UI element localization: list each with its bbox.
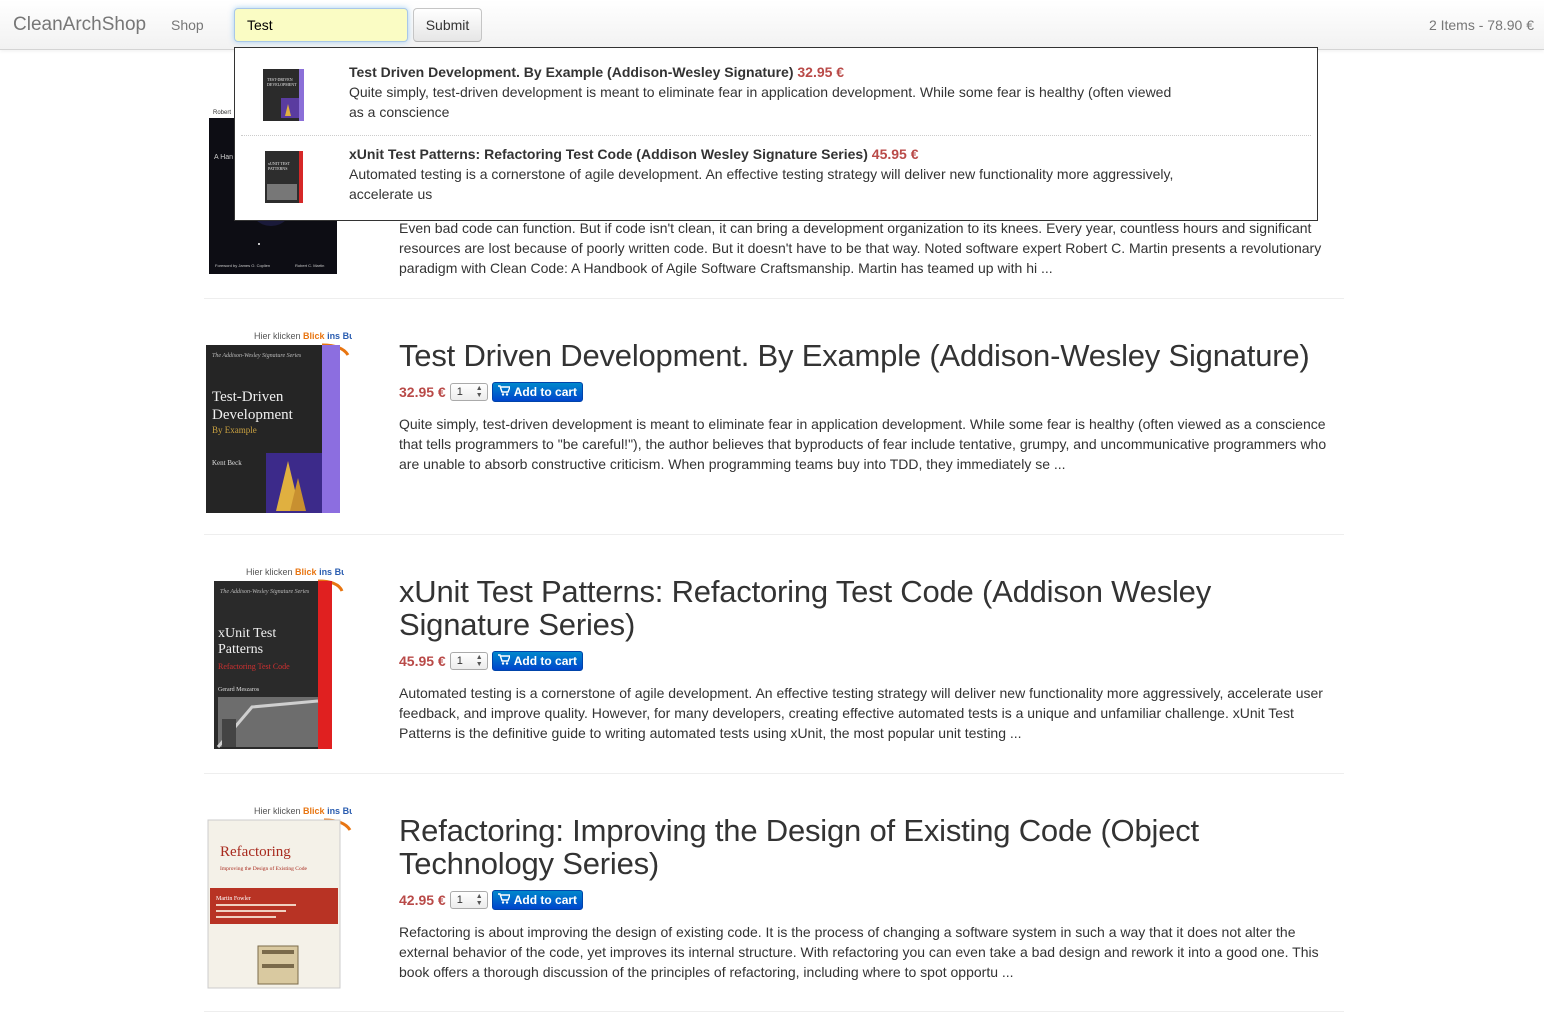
quantity-select[interactable]: 1 ▲ ▼: [449, 383, 488, 401]
look-inside-badge[interactable]: Hier klicken Blick ins Buch!: [254, 806, 352, 816]
autocomplete-price: 32.95 €: [797, 64, 845, 80]
buy-row: 42.95 € 1 ▲ ▼ Add to cart: [399, 890, 1344, 910]
product-price: 42.95 €: [399, 892, 446, 908]
svg-text:Robert: Robert: [213, 110, 231, 116]
product-description: Automated testing is a cornerstone of ag…: [399, 685, 1323, 741]
book-cover-image[interactable]: Hier klicken Blick ins Buch! The Addison…: [204, 329, 352, 515]
stepper-arrows-icon: ▲ ▼: [475, 385, 483, 399]
cover-title-line1: Refactoring: [220, 844, 291, 860]
product-description: Even bad code can function. But if code …: [399, 220, 1322, 276]
book-cover-image[interactable]: Hier klicken Blick ins Buch! Refactoring…: [206, 804, 352, 990]
book-cover-thumbnail: TEST-DRIVEN DEVELOPMENT: [261, 66, 306, 124]
autocomplete-price: 45.95 €: [871, 146, 919, 162]
product-info: Refactoring: Improving the Design of Exi…: [399, 814, 1344, 982]
svg-text:PATTERNS: PATTERNS: [268, 166, 287, 171]
autocomplete-desc: as a conscience: [349, 104, 450, 120]
cover-subtitle: By Example: [212, 425, 257, 435]
product-item: Hier klicken Blick ins Buch! Refactoring…: [204, 774, 1344, 1012]
buy-row: 45.95 € 1 ▲ ▼ Add to cart: [399, 651, 1344, 671]
add-to-cart-label: Add to cart: [513, 385, 578, 399]
autocomplete-item[interactable]: xUNIT TEST PATTERNS xUnit Test Patterns:…: [241, 136, 1311, 218]
product-description: Quite simply, test-driven development is…: [399, 416, 1327, 472]
quantity-value: 1: [456, 894, 463, 906]
quantity-select[interactable]: 1 ▲ ▼: [449, 891, 488, 909]
quantity-select[interactable]: 1 ▲ ▼: [449, 652, 488, 670]
cover-foreword: Foreword by James O. Coplien: [215, 263, 270, 268]
stepper-arrows-icon: ▲ ▼: [475, 654, 483, 668]
cover-author: Martin Fowler: [216, 896, 251, 902]
autocomplete-title: xUnit Test Patterns: Refactoring Test Co…: [349, 146, 868, 162]
add-to-cart-button[interactable]: Add to cart: [491, 651, 584, 671]
svg-text:A Han: A Han: [214, 154, 233, 161]
product-description: Refactoring is about improving the desig…: [399, 924, 1319, 980]
cover-title-line1: xUnit Test: [218, 626, 276, 641]
cover-subtitle: Improving the Design of Existing Code: [220, 865, 307, 872]
xunit-cover-art: The Addison-Wesley Signature Series xUni…: [214, 579, 344, 749]
search-autocomplete: TEST-DRIVEN DEVELOPMENT Test Driven Deve…: [234, 47, 1318, 221]
search-input[interactable]: [234, 8, 408, 42]
book-cover-image[interactable]: Hier klicken Blick ins Buch! The Addison…: [212, 565, 344, 751]
product-info: xUnit Test Patterns: Refactoring Test Co…: [399, 575, 1344, 743]
add-to-cart-label: Add to cart: [513, 654, 578, 668]
buy-row: 32.95 € 1 ▲ ▼ Add to cart: [399, 382, 1344, 402]
svg-text:The Addison-Wesley Signature S: The Addison-Wesley Signature Series: [220, 589, 310, 595]
autocomplete-item[interactable]: TEST-DRIVEN DEVELOPMENT Test Driven Deve…: [241, 54, 1311, 136]
autocomplete-item-text: xUnit Test Patterns: Refactoring Test Co…: [349, 144, 1219, 204]
quantity-value: 1: [456, 386, 463, 398]
book-cover-thumbnail: xUNIT TEST PATTERNS: [261, 148, 306, 206]
cover-title-line1: Test-Driven: [212, 389, 284, 405]
autocomplete-desc: accelerate us: [349, 186, 433, 202]
cart-summary[interactable]: 2 Items - 78.90 €: [1429, 17, 1534, 33]
product-price: 45.95 €: [399, 653, 446, 669]
shopping-cart-icon: [497, 654, 511, 668]
product-title[interactable]: Test Driven Development. By Example (Add…: [399, 339, 1344, 372]
shopping-cart-icon: [497, 385, 511, 399]
quantity-value: 1: [456, 655, 463, 667]
look-inside-badge[interactable]: Hier klicken Blick ins Buch!: [246, 567, 344, 577]
cover-author: Robert C. Martin: [295, 263, 324, 268]
look-inside-badge[interactable]: Hier klicken Blick ins Buch!: [254, 331, 352, 341]
autocomplete-title: Test Driven Development. By Example (Add…: [349, 64, 794, 80]
stepper-arrows-icon: ▲ ▼: [475, 893, 483, 907]
cover-author: Kent Beck: [212, 459, 242, 467]
cover-author: Gerard Meszaros: [218, 687, 260, 693]
nav-link-shop[interactable]: Shop: [171, 17, 204, 33]
svg-text:DEVELOPMENT: DEVELOPMENT: [267, 82, 297, 87]
refactoring-cover-art: Refactoring Improving the Design of Exis…: [207, 818, 352, 989]
add-to-cart-button[interactable]: Add to cart: [491, 382, 584, 402]
navbar: CleanArchShop Shop Submit 2 Items - 78.9…: [0, 0, 1544, 50]
tdd-cover-art: The Addison-Wesley Signature Series Test…: [206, 343, 350, 513]
cover-title-line2: Development: [212, 407, 294, 423]
product-info: Test Driven Development. By Example (Add…: [399, 339, 1344, 474]
shopping-cart-icon: [497, 893, 511, 907]
add-to-cart-label: Add to cart: [513, 893, 578, 907]
product-item: Hier klicken Blick ins Buch! The Addison…: [204, 535, 1344, 774]
autocomplete-item-text: Test Driven Development. By Example (Add…: [349, 62, 1219, 122]
autocomplete-desc: Automated testing is a cornerstone of ag…: [349, 166, 1174, 182]
product-title[interactable]: Refactoring: Improving the Design of Exi…: [399, 814, 1344, 880]
product-price: 32.95 €: [399, 384, 446, 400]
svg-text:The Addison-Wesley Signature S: The Addison-Wesley Signature Series: [212, 353, 302, 359]
product-title[interactable]: xUnit Test Patterns: Refactoring Test Co…: [399, 575, 1344, 641]
brand-link[interactable]: CleanArchShop: [13, 14, 146, 36]
product-item: Hier klicken Blick ins Buch! The Addison…: [204, 299, 1344, 535]
autocomplete-desc: Quite simply, test-driven development is…: [349, 84, 1172, 100]
cover-subtitle: Refactoring Test Code: [218, 662, 290, 671]
cover-title-line2: Patterns: [218, 642, 263, 657]
add-to-cart-button[interactable]: Add to cart: [491, 890, 584, 910]
submit-button[interactable]: Submit: [413, 8, 482, 42]
